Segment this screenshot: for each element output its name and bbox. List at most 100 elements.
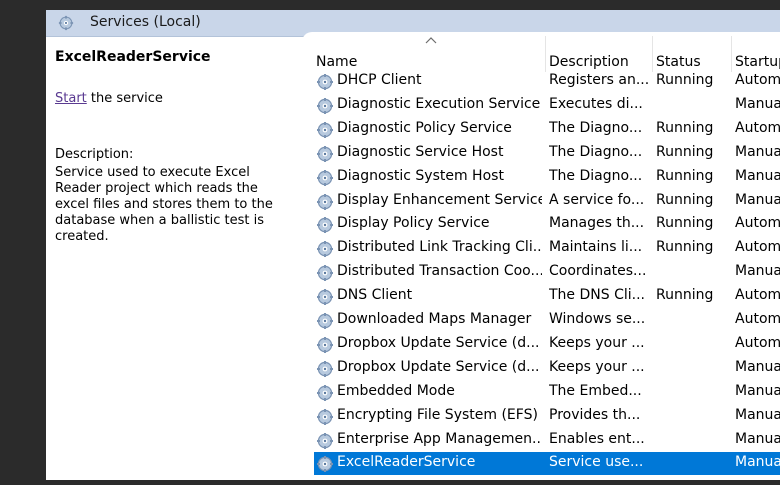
column-divider[interactable] bbox=[652, 36, 653, 72]
service-row[interactable]: Enterprise App Managemen... Enables ent..… bbox=[314, 429, 780, 452]
service-startup-type: Autom bbox=[735, 72, 780, 88]
service-description: Windows se... bbox=[549, 311, 646, 327]
service-description: The DNS Cli... bbox=[549, 287, 645, 304]
service-startup-type: Manua bbox=[735, 167, 780, 184]
service-row[interactable]: Diagnostic System Host The Diagno... Runni… bbox=[314, 166, 780, 189]
service-startup-type: Manua bbox=[735, 143, 780, 160]
service-description: Manages th... bbox=[549, 215, 645, 232]
service-row[interactable]: Display Enhancement Service A service fo.… bbox=[314, 190, 780, 213]
services-gear-icon bbox=[58, 15, 74, 31]
service-status: Running bbox=[656, 239, 714, 256]
service-gear-icon bbox=[317, 408, 333, 425]
service-startup-type: Autom bbox=[735, 215, 780, 232]
start-service-suffix: the service bbox=[86, 91, 163, 106]
service-name: Encrypting File System (EFS) bbox=[337, 406, 538, 423]
service-gear-icon bbox=[317, 313, 333, 329]
service-description: Enables ent... bbox=[549, 430, 645, 447]
service-gear-icon bbox=[317, 217, 333, 234]
service-gear-icon bbox=[317, 265, 333, 282]
service-row[interactable]: Diagnostic Service Host The Diagno... Runn… bbox=[314, 142, 780, 165]
service-startup-type: Manua bbox=[735, 454, 780, 471]
service-row[interactable]: Dropbox Update Service (d... Keeps your .… bbox=[314, 357, 780, 380]
window-title: Services (Local) bbox=[90, 14, 201, 30]
service-name: Dropbox Update Service (d... bbox=[337, 358, 540, 375]
service-startup-type: Autom bbox=[735, 334, 780, 351]
service-description: The Embed... bbox=[549, 382, 642, 399]
service-name: Dropbox Update Service (d... bbox=[337, 334, 540, 351]
service-status: Running bbox=[656, 215, 714, 232]
service-gear-icon bbox=[317, 97, 333, 114]
service-row[interactable]: Diagnostic Execution Service Executes di.… bbox=[314, 94, 780, 117]
service-gear-icon bbox=[317, 336, 333, 353]
service-row[interactable]: ExcelReaderService Service use... Manua bbox=[314, 452, 780, 476]
service-name: Embedded Mode bbox=[337, 382, 455, 399]
service-row[interactable]: Downloaded Maps Manager Windows se... Auto… bbox=[314, 309, 780, 332]
service-startup-type: Manua bbox=[735, 263, 780, 280]
service-name: DHCP Client bbox=[337, 72, 422, 88]
service-name: Downloaded Maps Manager bbox=[337, 311, 532, 327]
service-description: Keeps your ... bbox=[549, 358, 645, 375]
service-startup-type: Autom bbox=[735, 311, 780, 327]
service-startup-type: Manua bbox=[735, 191, 780, 208]
service-gear-icon bbox=[317, 432, 333, 449]
service-description: The Diagno... bbox=[549, 167, 643, 184]
service-name: Enterprise App Managemen... bbox=[337, 430, 542, 447]
service-name: Diagnostic Service Host bbox=[337, 143, 504, 160]
service-row[interactable]: Encrypting File System (EFS) Provides th.… bbox=[314, 405, 780, 428]
column-header-name[interactable]: Name bbox=[316, 54, 357, 70]
column-header-description[interactable]: Description bbox=[549, 54, 629, 70]
service-status: Running bbox=[656, 191, 714, 208]
service-name: Distributed Link Tracking Cli... bbox=[337, 239, 542, 256]
services-window: Services (Local) ExcelReaderService Star… bbox=[46, 10, 780, 480]
service-description: Executes di... bbox=[549, 95, 643, 112]
service-row[interactable]: Display Policy Service Manages th... Runni… bbox=[314, 213, 780, 236]
column-header-startup[interactable]: Startup bbox=[735, 54, 780, 70]
service-row[interactable]: Embedded Mode The Embed... Manua bbox=[314, 381, 780, 404]
service-startup-type: Autom bbox=[735, 119, 780, 136]
service-description: Provides th... bbox=[549, 406, 641, 423]
service-description: Registers an... bbox=[549, 72, 649, 88]
service-gear-icon bbox=[317, 169, 333, 186]
selected-service-name: ExcelReaderService bbox=[55, 49, 211, 65]
service-name: Diagnostic System Host bbox=[337, 167, 504, 184]
service-name: Diagnostic Execution Service bbox=[337, 95, 541, 112]
service-name: Diagnostic Policy Service bbox=[337, 119, 512, 136]
service-gear-icon bbox=[317, 193, 333, 210]
service-row[interactable]: Distributed Link Tracking Cli... Maintain… bbox=[314, 237, 780, 260]
service-row[interactable]: Dropbox Update Service (d... Keeps your .… bbox=[314, 333, 780, 356]
sort-ascending-icon bbox=[425, 37, 437, 44]
service-description: A service fo... bbox=[549, 191, 645, 208]
column-divider[interactable] bbox=[731, 36, 732, 72]
service-status: Running bbox=[656, 72, 714, 88]
column-header-status[interactable]: Status bbox=[656, 54, 701, 70]
service-gear-icon bbox=[317, 456, 333, 473]
service-startup-type: Manua bbox=[735, 382, 780, 399]
service-row[interactable]: DHCP Client Registers an... Running Autom bbox=[314, 70, 780, 93]
service-name: Display Policy Service bbox=[337, 215, 490, 232]
service-startup-type: Manua bbox=[735, 430, 780, 447]
service-startup-type: Manua bbox=[735, 358, 780, 375]
service-description: Service use... bbox=[549, 454, 644, 471]
services-list[interactable]: Name Description Status Startup DHCP Cli… bbox=[302, 32, 780, 480]
service-description: Keeps your ... bbox=[549, 334, 645, 351]
column-divider[interactable] bbox=[545, 36, 546, 72]
service-gear-icon bbox=[317, 384, 333, 401]
start-service-link[interactable]: Start bbox=[55, 91, 87, 106]
service-name: ExcelReaderService bbox=[337, 454, 476, 471]
service-row[interactable]: DNS Client The DNS Cli... Running Autom bbox=[314, 285, 780, 308]
service-gear-icon bbox=[317, 360, 333, 377]
service-startup-type: Manua bbox=[735, 406, 780, 423]
service-status: Running bbox=[656, 287, 714, 304]
service-description: Coordinates... bbox=[549, 263, 647, 280]
service-gear-icon bbox=[317, 74, 333, 90]
service-row[interactable]: Diagnostic Policy Service The Diagno... Ru… bbox=[314, 118, 780, 141]
service-name: Distributed Transaction Coo... bbox=[337, 263, 542, 280]
service-startup-type: Manua bbox=[735, 95, 780, 112]
service-gear-icon bbox=[317, 289, 333, 306]
service-startup-type: Autom bbox=[735, 239, 780, 256]
service-status: Running bbox=[656, 119, 714, 136]
service-gear-icon bbox=[317, 145, 333, 162]
service-status: Running bbox=[656, 167, 714, 184]
service-row[interactable]: Distributed Transaction Coo... Coordinate… bbox=[314, 261, 780, 284]
service-status: Running bbox=[656, 143, 714, 160]
